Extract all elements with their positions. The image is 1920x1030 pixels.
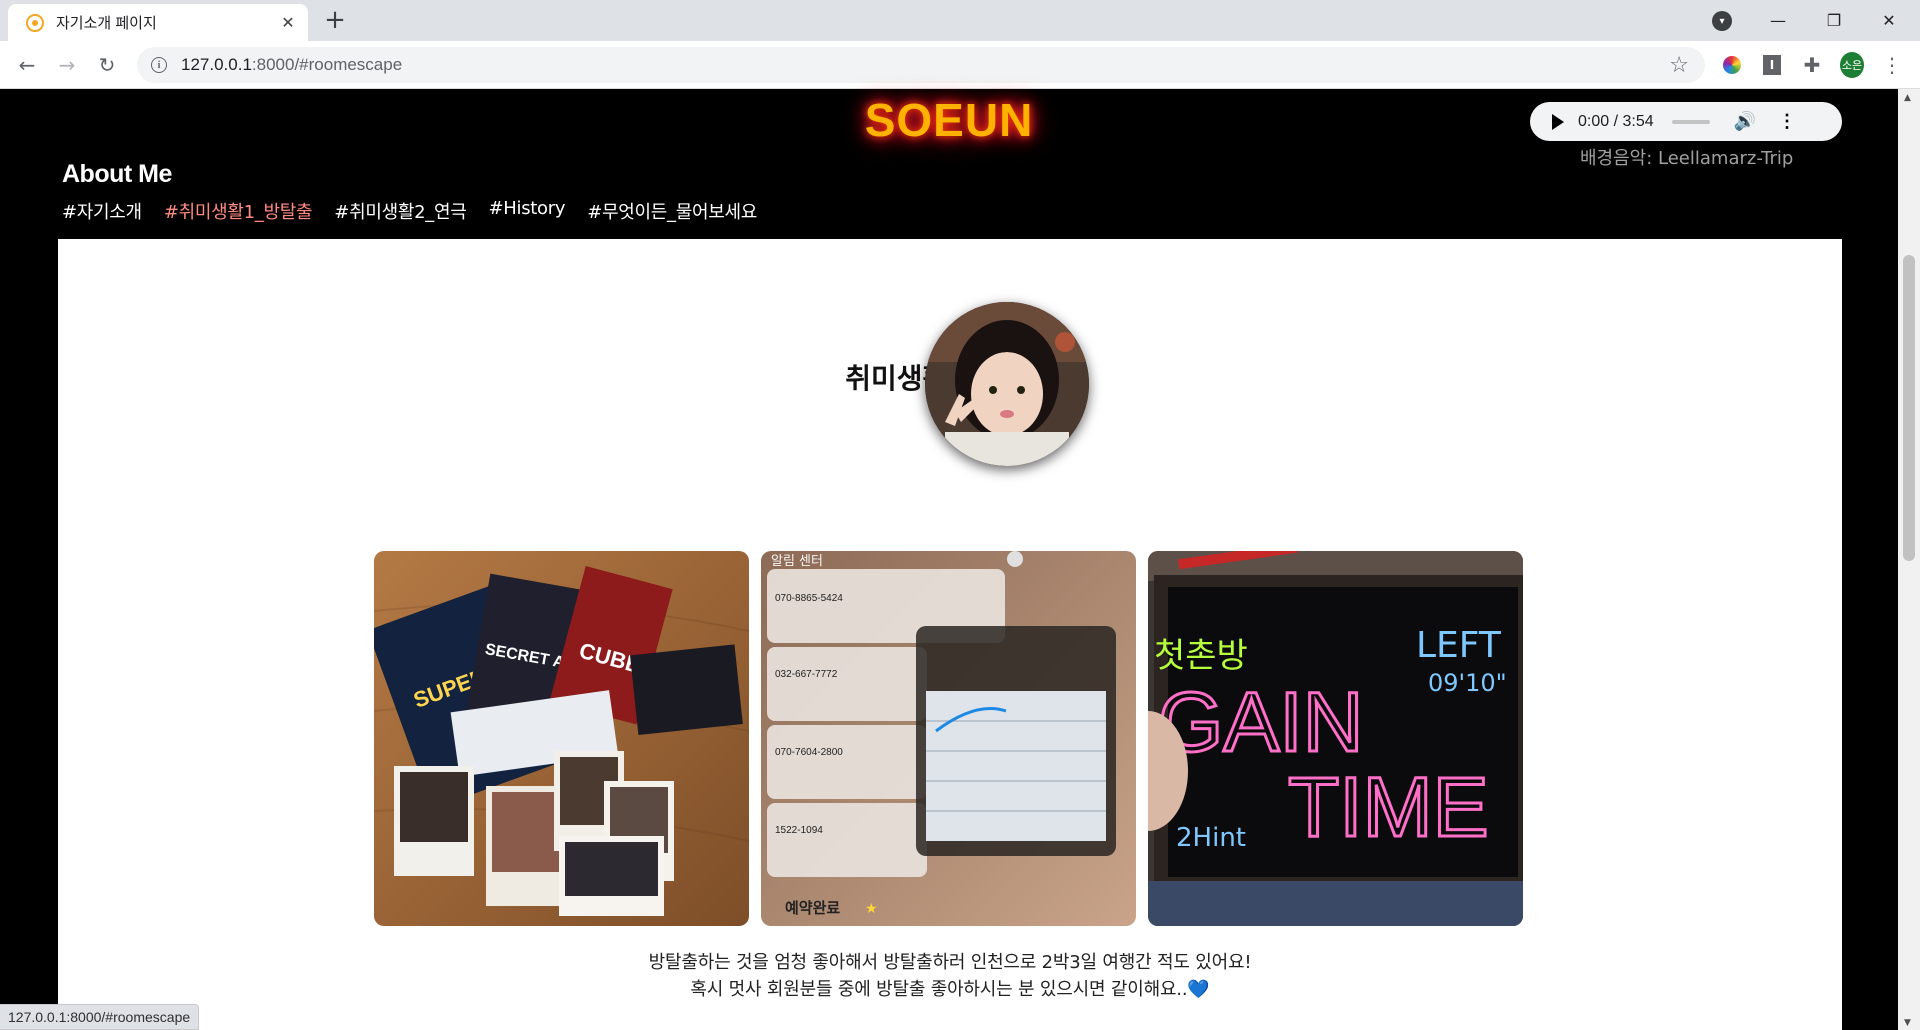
nav-link-ask[interactable]: #무엇이든_물어보세요 xyxy=(587,198,757,224)
reader-extension-icon[interactable]: I xyxy=(1760,53,1784,77)
browser-tab[interactable]: 자기소개 페이지 ✕ xyxy=(8,4,308,41)
volume-icon[interactable]: 🔊 xyxy=(1734,111,1756,132)
main-nav: #자기소개 #취미생활1_방탈출 #취미생활2_연극 #History #무엇이… xyxy=(62,198,757,224)
tab-search-icon[interactable]: ▾ xyxy=(1712,11,1732,31)
play-icon[interactable] xyxy=(1552,113,1564,130)
nav-link-intro[interactable]: #자기소개 xyxy=(62,198,142,224)
svg-text:1522-1094: 1522-1094 xyxy=(775,825,823,836)
nav-link-history[interactable]: #History xyxy=(489,198,566,224)
profile-photo xyxy=(925,302,1089,466)
tab-title: 자기소개 페이지 xyxy=(56,15,157,32)
description-line-1: 방탈출하는 것을 엄청 좋아해서 방탈출하러 인천으로 2박3일 여행간 적도 … xyxy=(648,952,1252,973)
close-window-button[interactable]: ✕ xyxy=(1866,0,1912,41)
svg-text:032-667-7772: 032-667-7772 xyxy=(775,669,838,680)
photo-text-reserved: 예약완료 xyxy=(785,899,840,917)
forward-arrow-icon[interactable]: → xyxy=(51,49,83,81)
photo-text-notification-center: 알림 센터 xyxy=(771,554,823,569)
section-description: 방탈출하는 것을 엄청 좋아해서 방탈출하러 인천으로 2박3일 여행간 적도 … xyxy=(58,949,1842,1003)
color-extension-icon[interactable] xyxy=(1720,53,1744,77)
page: SOEUN About Me #자기소개 #취미생활1_방탈출 #취미생활2_연… xyxy=(0,89,1920,1030)
back-arrow-icon[interactable]: ← xyxy=(11,49,43,81)
page-scrollbar[interactable]: ▲ ▼ xyxy=(1898,89,1920,1030)
site-info-icon[interactable]: i xyxy=(151,57,167,73)
scroll-thumb[interactable] xyxy=(1903,255,1915,561)
profile-avatar[interactable]: 소은 xyxy=(1840,52,1864,78)
address-bar[interactable]: i 127.0.0.1:8000/#roomescape ☆ xyxy=(137,47,1705,83)
new-tab-button[interactable]: + xyxy=(320,5,350,35)
favicon-icon xyxy=(26,13,44,32)
svg-text:TIME: TIME xyxy=(1288,760,1489,854)
svg-text:070-8865-5424: 070-8865-5424 xyxy=(775,593,843,604)
audio-player: 0:00 / 3:54 🔊 ⋮ xyxy=(1530,102,1842,141)
scroll-down-icon[interactable]: ▼ xyxy=(1904,1018,1911,1028)
extensions-puzzle-icon[interactable]: ✚ xyxy=(1800,53,1824,77)
svg-text:★: ★ xyxy=(865,901,878,917)
svg-text:GAIN: GAIN xyxy=(1158,675,1363,769)
svg-text:LEFT: LEFT xyxy=(1416,625,1502,666)
restore-button[interactable]: ❐ xyxy=(1811,0,1857,41)
tab-strip: 자기소개 페이지 ✕ + ▾ — ❐ ✕ xyxy=(0,0,1920,41)
reservation-notifications-photo: 알림 센터 070-8865-5424 032-667-7772 070-760… xyxy=(761,551,1136,926)
browser-toolbar: ← → ↻ i 127.0.0.1:8000/#roomescape ☆ xyxy=(0,41,1920,89)
bgm-caption: 배경음악: Leellamarz-Trip xyxy=(1580,148,1794,169)
url-text[interactable]: 127.0.0.1:8000/#roomescape xyxy=(181,55,402,75)
minimize-button[interactable]: — xyxy=(1755,0,1801,41)
svg-text:2Hint: 2Hint xyxy=(1176,823,1246,853)
browser-menu-icon[interactable]: ⋮ xyxy=(1880,53,1904,77)
content-panel: 취미생활1 방탈출 SUPER PLAYER xyxy=(58,239,1842,1030)
svg-text:070-7604-2800: 070-7604-2800 xyxy=(775,747,843,758)
tab-close-icon[interactable]: ✕ xyxy=(278,13,298,32)
photo-text-first-room: 첫촌방 xyxy=(1154,636,1248,676)
about-title: About Me xyxy=(62,160,172,188)
nav-link-roomescape[interactable]: #취미생활1_방탈출 xyxy=(164,198,313,224)
reload-icon[interactable]: ↻ xyxy=(91,49,123,81)
photo-gallery: SUPER PLAYER SECRET ADVENTURE CUBE xyxy=(374,551,1523,926)
escape-room-tickets-photo: SUPER PLAYER SECRET ADVENTURE CUBE xyxy=(374,551,749,926)
svg-text:09'10": 09'10" xyxy=(1428,669,1507,697)
audio-progress-slider[interactable] xyxy=(1671,119,1710,124)
scroll-up-icon[interactable]: ▲ xyxy=(1904,93,1911,103)
description-line-2: 혹시 멋사 회원분들 중에 방탈출 좋아하시는 분 있으시면 같이해요..💙 xyxy=(690,979,1210,1000)
bookmark-star-icon[interactable]: ☆ xyxy=(1669,53,1689,78)
audio-time: 0:00 / 3:54 xyxy=(1578,112,1654,130)
status-bar-url: 127.0.0.1:8000/#roomescape xyxy=(0,1004,200,1030)
gain-time-board-photo: 첫촌방 LEFT 09'10" GAIN TIME 2Hint xyxy=(1148,551,1523,926)
nav-link-theater[interactable]: #취미생활2_연극 xyxy=(334,198,467,224)
audio-more-icon[interactable]: ⋮ xyxy=(1778,111,1796,132)
